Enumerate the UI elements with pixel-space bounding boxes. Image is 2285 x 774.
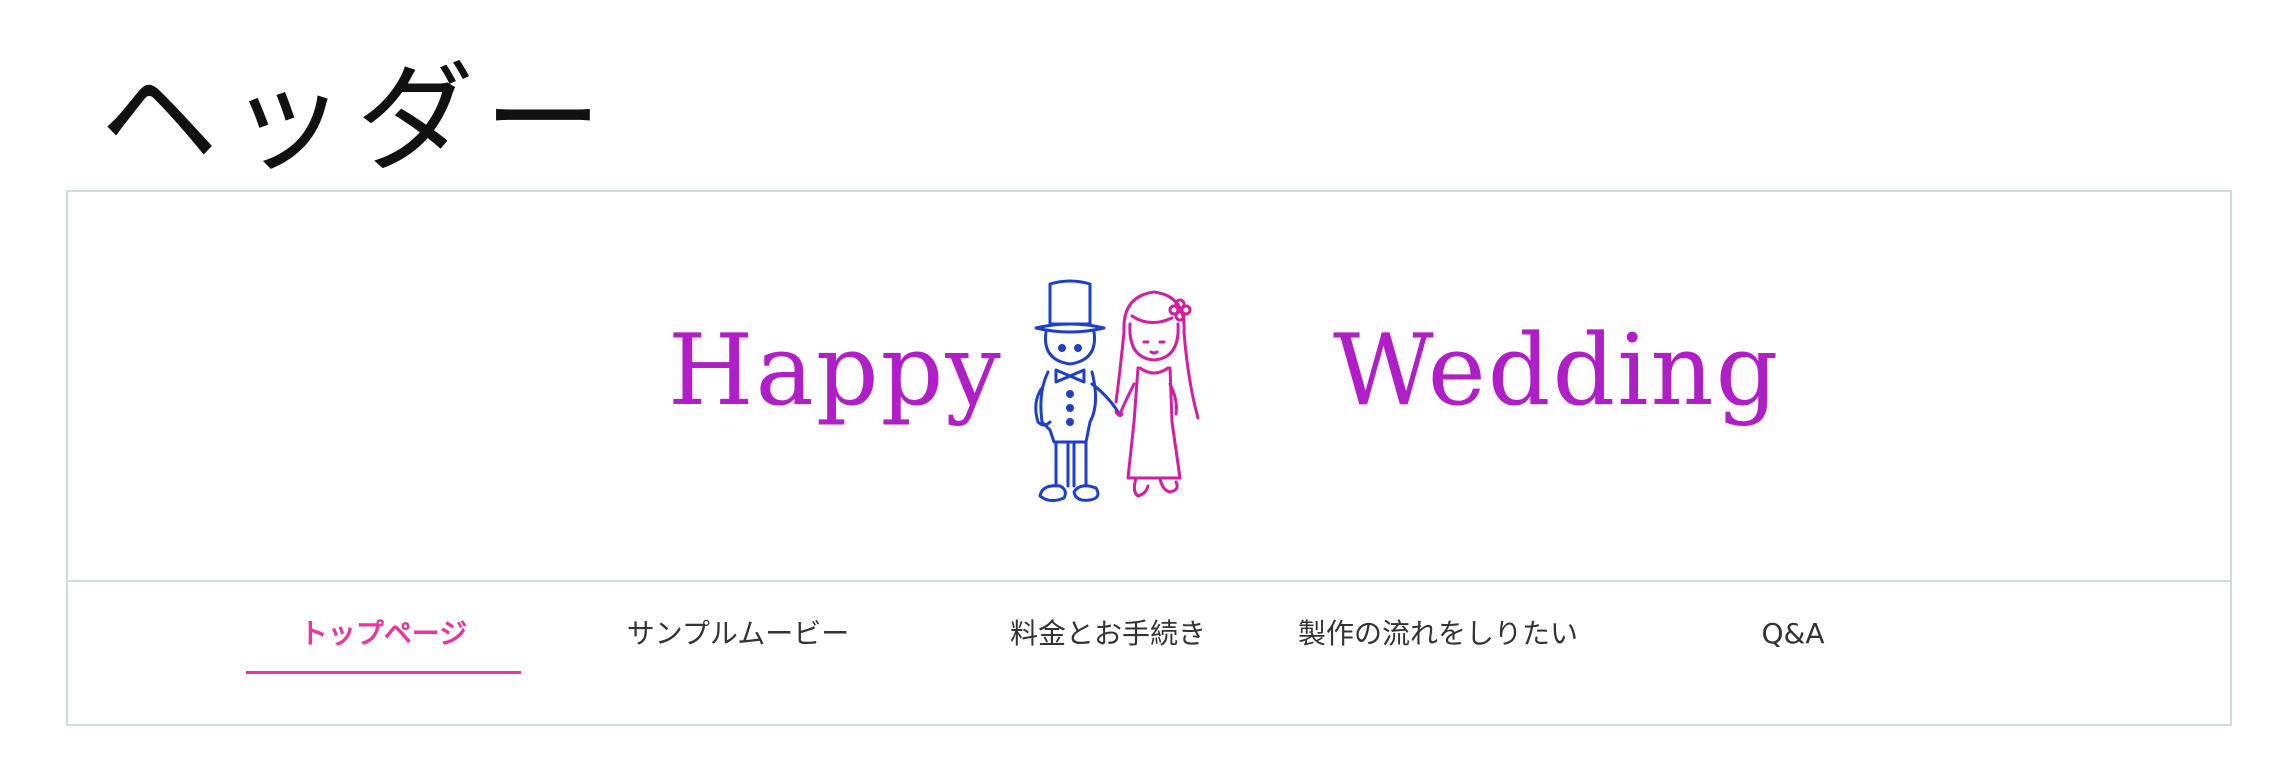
nav-item-pricing[interactable]: 料金とお手続き xyxy=(973,614,1243,674)
nav-item-label: Q&A xyxy=(1761,617,1825,650)
global-nav: トップページ サンプルムービー 料金とお手続き 製作の流れをしりたい Q&A xyxy=(68,582,2230,728)
bride-figure xyxy=(1114,290,1200,498)
nav-item-production-flow[interactable]: 製作の流れをしりたい xyxy=(1278,614,1598,674)
nav-item-sample-movie[interactable]: サンプルムービー xyxy=(598,614,878,674)
logo-word-happy: Happy xyxy=(668,314,1003,428)
nav-item-label: トップページ xyxy=(299,617,468,650)
logo-word-wedding: Wedding xyxy=(1333,314,1781,428)
site-header: Happy Wedding トップページ サンプルムービー 料金とお手続き 製作… xyxy=(66,190,2232,726)
header-banner: Happy Wedding xyxy=(68,192,2230,582)
nav-item-label: 製作の流れをしりたい xyxy=(1297,617,1578,650)
nav-item-top-page[interactable]: トップページ xyxy=(246,614,521,674)
bride-and-groom-icon xyxy=(1034,279,1200,503)
nav-item-qa[interactable]: Q&A xyxy=(1728,614,1858,674)
groom-figure xyxy=(1034,279,1120,503)
nav-item-label: 料金とお手続き xyxy=(1009,617,1206,650)
page-title: ヘッダー xyxy=(100,50,613,188)
nav-item-label: サンプルムービー xyxy=(626,617,850,650)
active-indicator xyxy=(246,671,521,674)
